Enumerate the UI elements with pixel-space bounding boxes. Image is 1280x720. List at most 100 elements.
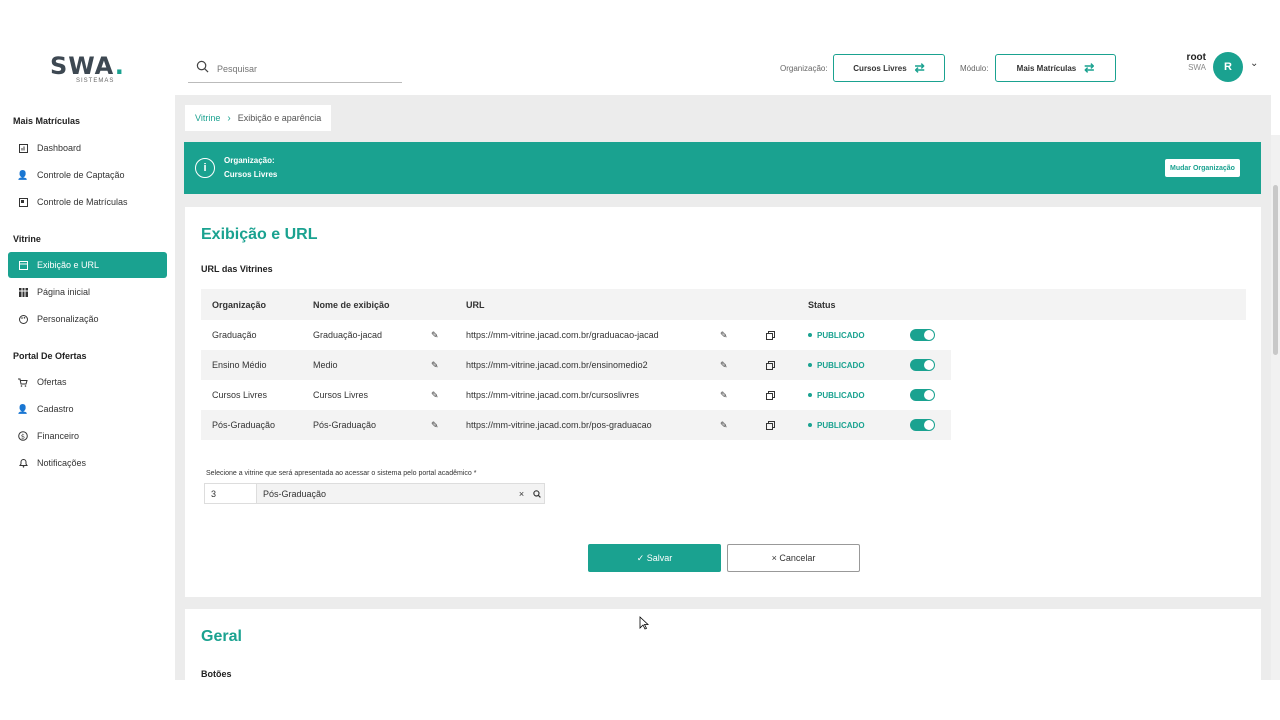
search-icon[interactable]: [529, 484, 544, 503]
status-badge: PUBLICADO: [808, 380, 865, 410]
publish-toggle[interactable]: [910, 380, 935, 410]
user-info[interactable]: root SWA: [1180, 52, 1206, 72]
search-icon: [196, 60, 209, 78]
section-title: Exibição e URL: [201, 226, 318, 243]
sidebar-item-financeiro[interactable]: $ Financeiro: [8, 423, 167, 449]
module-selector-button[interactable]: Mais Matrículas ⇄: [995, 54, 1116, 82]
sidebar-item-ofertas[interactable]: Ofertas: [8, 369, 167, 395]
clear-icon[interactable]: ×: [514, 484, 529, 503]
sidebar-item-personalizacao[interactable]: Personalização: [8, 306, 167, 332]
cell-organizacao: Ensino Médio: [212, 360, 267, 370]
table-row: Pós-Graduação Pós-Graduação ✎ https://mm…: [201, 410, 951, 440]
logo: SWA. SISTEMAS: [50, 52, 125, 84]
section-subtitle: URL das Vitrines: [201, 264, 273, 274]
change-organization-button[interactable]: Mudar Organização: [1165, 159, 1240, 177]
cell-organizacao: Graduação: [212, 330, 257, 340]
publish-toggle[interactable]: [910, 320, 935, 350]
edit-name-pencil-icon[interactable]: ✎: [431, 410, 439, 440]
breadcrumb-link-vitrine[interactable]: Vitrine: [195, 113, 220, 123]
sidebar-item-label: Exibição e URL: [37, 260, 100, 270]
sidebar-item-label: Personalização: [37, 314, 99, 324]
user-edit-icon: 👤: [17, 403, 29, 414]
banner-org-name: Cursos Livres: [224, 170, 278, 179]
edit-name-pencil-icon[interactable]: ✎: [431, 320, 439, 350]
sidebar-item-controle-captacao[interactable]: 👤 Controle de Captação: [8, 162, 167, 188]
window-icon: [18, 260, 28, 270]
grid-icon: [18, 287, 28, 297]
org-selector-button[interactable]: Cursos Livres ⇄: [833, 54, 945, 82]
organization-banner: i Organização: Cursos Livres Mudar Organ…: [184, 142, 1261, 194]
edit-name-pencil-icon[interactable]: ✎: [431, 350, 439, 380]
cell-nome: Cursos Livres: [313, 390, 369, 400]
user-org: SWA: [1188, 63, 1206, 72]
sidebar-item-cadastro[interactable]: 👤 Cadastro: [8, 396, 167, 422]
table-header: Organização Nome de exibição URL Status: [201, 289, 1246, 320]
column-header-organizacao: Organização: [212, 299, 267, 310]
column-header-status: Status: [808, 299, 836, 310]
cell-url: https://mm-vitrine.jacad.com.br/pos-grad…: [466, 420, 652, 430]
cell-organizacao: Cursos Livres: [212, 390, 268, 400]
cell-nome: Graduação-jacad: [313, 330, 383, 340]
sidebar-item-dashboard[interactable]: Dashboard: [8, 135, 167, 161]
cell-nome: Medio: [313, 360, 338, 370]
general-section-card: Geral Botões: [185, 609, 1261, 680]
chevron-right-icon: ›: [227, 112, 231, 124]
url-section-card: Exibição e URL URL das Vitrines Organiza…: [185, 207, 1261, 597]
close-icon: ×: [771, 553, 777, 563]
copy-icon[interactable]: [766, 350, 775, 380]
dashboard-icon: [18, 143, 28, 153]
edit-url-pencil-icon[interactable]: ✎: [720, 380, 728, 410]
app-frame: SWA. SISTEMAS Organização: Cursos Livres…: [0, 40, 1280, 680]
dollar-icon: $: [18, 431, 28, 441]
edit-url-pencil-icon[interactable]: ✎: [720, 320, 728, 350]
sidebar-item-exibicao-url[interactable]: Exibição e URL: [8, 252, 167, 278]
table-row: Graduação Graduação-jacad ✎ https://mm-v…: [201, 320, 951, 350]
sidebar-item-label: Ofertas: [37, 377, 67, 387]
sidebar-item-notificacoes[interactable]: Notificações: [8, 450, 167, 476]
cell-url: https://mm-vitrine.jacad.com.br/graduaca…: [466, 330, 659, 340]
org-selector-value: Cursos Livres: [853, 63, 907, 73]
palette-icon: [18, 314, 28, 324]
showcase-select-value: Pós-Graduação: [257, 484, 514, 503]
cell-url: https://mm-vitrine.jacad.com.br/ensinome…: [466, 360, 648, 370]
sidebar-item-pagina-inicial[interactable]: Página inicial: [8, 279, 167, 305]
sidebar-item-label: Controle de Matrículas: [37, 197, 128, 207]
sidebar-item-label: Notificações: [37, 458, 87, 468]
edit-url-pencil-icon[interactable]: ✎: [720, 410, 728, 440]
sidebar-item-label: Financeiro: [37, 431, 80, 441]
logo-text: SWA: [50, 52, 115, 80]
page-scrollbar[interactable]: [1271, 135, 1280, 680]
sidebar-section-title: Vitrine: [13, 234, 41, 244]
swap-icon: ⇄: [1084, 61, 1095, 75]
avatar[interactable]: R: [1213, 52, 1243, 82]
showcase-select-label: Selecione a vitrine que será apresentada…: [206, 470, 477, 477]
showcase-select[interactable]: 3 Pós-Graduação ×: [204, 483, 545, 504]
check-icon: ✓: [636, 552, 645, 563]
enrollment-icon: [18, 197, 28, 207]
search-input[interactable]: [217, 64, 387, 74]
cancel-button[interactable]: × Cancelar: [727, 544, 860, 572]
copy-icon[interactable]: [766, 410, 775, 440]
svg-text:$: $: [21, 432, 25, 440]
user-add-icon: 👤: [17, 169, 29, 180]
table-row: Cursos Livres Cursos Livres ✎ https://mm…: [201, 380, 951, 410]
publish-toggle[interactable]: [910, 350, 935, 380]
chevron-down-icon[interactable]: ⌄: [1250, 58, 1258, 69]
mouse-cursor-icon: [639, 616, 649, 630]
status-badge: PUBLICADO: [808, 410, 865, 440]
scrollbar-thumb[interactable]: [1273, 185, 1278, 355]
copy-icon[interactable]: [766, 320, 775, 350]
copy-icon[interactable]: [766, 380, 775, 410]
sidebar-item-label: Cadastro: [37, 404, 74, 414]
table-row: Ensino Médio Medio ✎ https://mm-vitrine.…: [201, 350, 951, 380]
sidebar: Mais Matrículas Dashboard 👤 Controle de …: [0, 100, 175, 680]
showcase-select-code[interactable]: 3: [205, 484, 257, 503]
sidebar-item-controle-matriculas[interactable]: Controle de Matrículas: [8, 189, 167, 215]
edit-name-pencil-icon[interactable]: ✎: [431, 380, 439, 410]
edit-url-pencil-icon[interactable]: ✎: [720, 350, 728, 380]
save-button[interactable]: ✓ Salvar: [588, 544, 721, 572]
search-bar[interactable]: [188, 56, 402, 83]
breadcrumb-current: Exibição e aparência: [237, 113, 322, 123]
module-selector-value: Mais Matrículas: [1016, 63, 1077, 73]
publish-toggle[interactable]: [910, 410, 935, 440]
